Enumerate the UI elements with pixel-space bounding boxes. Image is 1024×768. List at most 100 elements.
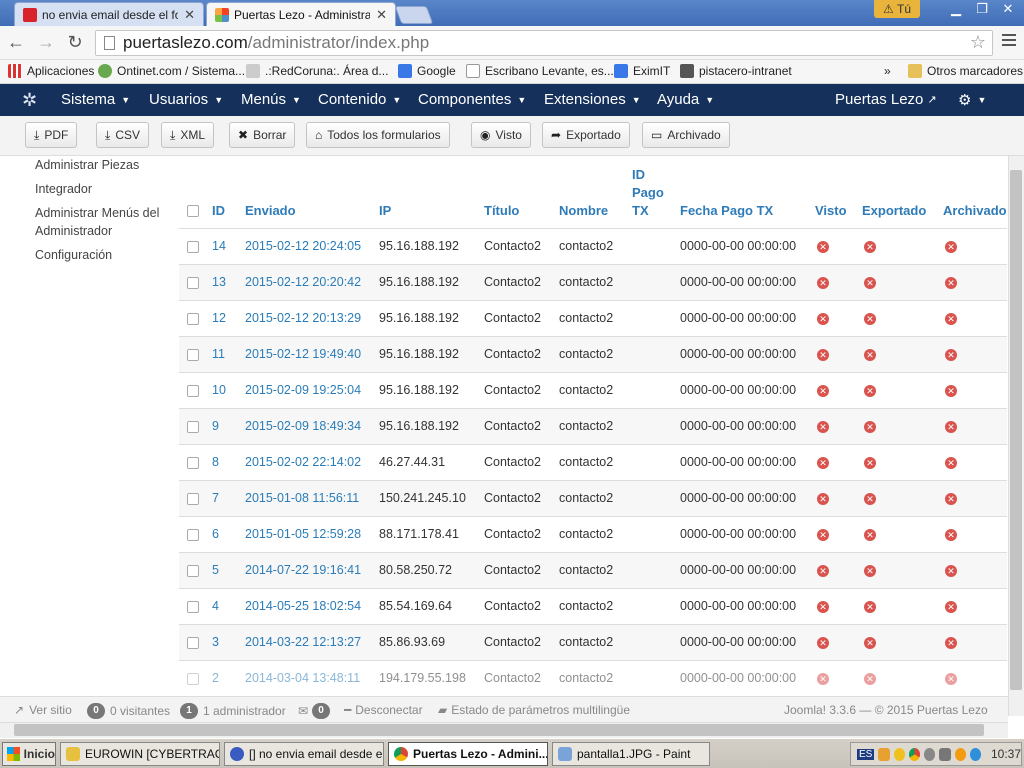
table-row[interactable]: 8 2015-02-02 22:14:02 46.27.44.31 Contacto2…	[179, 443, 1007, 480]
row-checkbox[interactable]	[187, 384, 199, 397]
select-all-checkbox[interactable]	[187, 205, 199, 218]
not-exported-icon[interactable]: ✕	[864, 312, 876, 325]
not-archived-icon[interactable]: ✕	[945, 456, 957, 469]
cell-id-text[interactable]: 4	[212, 599, 219, 613]
cell-id-text[interactable]: 5	[212, 563, 219, 577]
cell-id-text[interactable]: 2	[212, 671, 219, 685]
sidebar-item-menus-administrador[interactable]: Administrar Menús del Administrador	[35, 204, 165, 240]
table-row[interactable]: 2 2014-03-04 13:48:11 194.179.55.198 Contac…	[179, 659, 1007, 690]
not-archived-icon[interactable]: ✕	[945, 528, 957, 541]
cell-id[interactable]: 5	[212, 551, 245, 588]
chrome-icon[interactable]	[908, 747, 921, 761]
row-checkbox[interactable]	[187, 564, 199, 577]
volume-icon[interactable]	[939, 747, 951, 761]
taskbar-chrome-admin[interactable]: Puertas Lezo - Admini...	[388, 742, 548, 766]
cell-id-text[interactable]: 3	[212, 635, 219, 649]
not-archived-icon[interactable]: ✕	[945, 420, 957, 433]
not-seen-icon[interactable]: ✕	[817, 240, 829, 253]
cell-enviado-text[interactable]: 2015-02-12 20:20:42	[245, 275, 361, 289]
bookmark-star-icon[interactable]: ☆	[970, 32, 986, 53]
table-row[interactable]: 9 2015-02-09 18:49:34 95.16.188.192 Contact…	[179, 407, 1007, 444]
cell-enviado[interactable]: 2015-01-08 11:56:11	[245, 479, 379, 516]
mark-archived-button[interactable]: ▭ Archivado	[642, 122, 730, 148]
cell-id[interactable]: 4	[212, 587, 245, 624]
settings-menu[interactable]: ⚙ ▼	[958, 91, 986, 109]
cell-enviado-text[interactable]: 2014-03-04 13:48:11	[245, 671, 360, 685]
cell-id[interactable]: 3	[212, 623, 245, 660]
cell-enviado-text[interactable]: 2015-01-08 11:56:11	[245, 491, 359, 505]
row-checkbox[interactable]	[187, 456, 199, 469]
table-row[interactable]: 12 2015-02-12 20:13:29 95.16.188.192 Contac…	[179, 299, 1007, 336]
cell-id[interactable]: 12	[212, 299, 245, 336]
pdf-button[interactable]: ⤓ PDF	[25, 122, 78, 148]
taskbar-email[interactable]: [] no envia email desde e...	[224, 742, 384, 766]
row-checkbox[interactable]	[187, 636, 199, 649]
not-seen-icon[interactable]: ✕	[817, 564, 829, 577]
menu-ayuda[interactable]: Ayuda ▼	[657, 91, 714, 108]
bookmark-ontinet[interactable]: Ontinet.com / Sistema...	[98, 64, 245, 78]
logout-link[interactable]: ━ Desconectar	[344, 703, 423, 717]
menu-menus[interactable]: Menús ▼	[241, 91, 301, 108]
language-indicator[interactable]: ES	[857, 748, 875, 760]
cell-id[interactable]: 13	[212, 263, 245, 300]
not-archived-icon[interactable]: ✕	[945, 636, 957, 649]
cell-id[interactable]: 2	[212, 659, 245, 690]
not-seen-icon[interactable]: ✕	[817, 456, 829, 469]
not-archived-icon[interactable]: ✕	[945, 384, 957, 397]
table-row[interactable]: 14 2015-02-12 20:24:05 95.16.188.192 Contac…	[179, 227, 1007, 264]
row-checkbox[interactable]	[187, 240, 199, 253]
col-titulo[interactable]: Título	[484, 156, 559, 228]
not-exported-icon[interactable]: ✕	[864, 672, 876, 685]
col-id-pago[interactable]: ID Pago TX	[632, 156, 680, 228]
menu-sistema[interactable]: Sistema ▼	[61, 91, 130, 108]
cell-enviado[interactable]: 2014-03-22 12:13:27	[245, 623, 379, 660]
not-archived-icon[interactable]: ✕	[945, 564, 957, 577]
close-tab-icon[interactable]: ✕	[376, 7, 387, 23]
multilang-status[interactable]: ▰ Estado de parámetros multilingüe	[438, 703, 630, 717]
table-row[interactable]: 11 2015-02-12 19:49:40 95.16.188.192 Contac…	[179, 335, 1007, 372]
mark-exported-button[interactable]: ➦ Exportado	[542, 122, 630, 148]
table-row[interactable]: 10 2015-02-09 19:25:04 95.16.188.192 Contac…	[179, 371, 1007, 408]
cell-id[interactable]: 7	[212, 479, 245, 516]
cell-enviado-text[interactable]: 2015-02-12 20:24:05	[245, 239, 361, 253]
cell-id[interactable]: 10	[212, 371, 245, 408]
not-exported-icon[interactable]: ✕	[864, 600, 876, 613]
not-archived-icon[interactable]: ✕	[945, 276, 957, 289]
cell-id-text[interactable]: 11	[212, 347, 225, 361]
shield-icon[interactable]	[893, 747, 905, 761]
not-exported-icon[interactable]: ✕	[864, 636, 876, 649]
chrome-menu-icon[interactable]	[1002, 34, 1016, 49]
cell-enviado-text[interactable]: 2014-05-25 18:02:54	[245, 599, 361, 613]
menu-componentes[interactable]: Componentes ▼	[418, 91, 526, 108]
tray-app-icon[interactable]	[969, 747, 981, 761]
table-row[interactable]: 7 2015-01-08 11:56:11 150.241.245.10 Contac…	[179, 479, 1007, 516]
row-checkbox[interactable]	[187, 420, 199, 433]
back-icon[interactable]: ←	[6, 32, 26, 53]
start-button[interactable]: Inicio	[2, 742, 56, 766]
cell-enviado-text[interactable]: 2015-02-09 19:25:04	[245, 383, 361, 397]
cell-id[interactable]: 8	[212, 443, 245, 480]
cell-id[interactable]: 14	[212, 227, 245, 264]
not-archived-icon[interactable]: ✕	[945, 240, 957, 253]
row-checkbox[interactable]	[187, 672, 199, 685]
cell-enviado-text[interactable]: 2015-01-05 12:59:28	[245, 527, 361, 541]
cell-enviado[interactable]: 2015-02-12 20:24:05	[245, 227, 379, 264]
cell-enviado[interactable]: 2015-02-12 20:20:42	[245, 263, 379, 300]
cell-enviado-text[interactable]: 2014-07-22 19:16:41	[245, 563, 361, 577]
restore-window-icon[interactable]: ❐	[970, 0, 994, 18]
bookmark-google[interactable]: Google	[398, 64, 456, 78]
close-tab-icon[interactable]: ✕	[184, 7, 195, 23]
col-id[interactable]: ID	[212, 156, 245, 228]
horizontal-scrollbar-thumb[interactable]	[14, 724, 984, 736]
table-row[interactable]: 4 2014-05-25 18:02:54 85.54.169.64 Contacto…	[179, 587, 1007, 624]
tray-app-icon[interactable]	[954, 747, 966, 761]
cell-enviado-text[interactable]: 2015-02-12 19:49:40	[245, 347, 361, 361]
col-enviado[interactable]: Enviado	[245, 156, 379, 228]
not-archived-icon[interactable]: ✕	[945, 312, 957, 325]
all-forms-button[interactable]: ⌂ Todos los formularios	[306, 122, 450, 148]
cell-id-text[interactable]: 9	[212, 419, 219, 433]
not-archived-icon[interactable]: ✕	[945, 348, 957, 361]
cell-id[interactable]: 11	[212, 335, 245, 372]
site-link[interactable]: Puertas Lezo ↗	[835, 91, 937, 108]
cell-enviado[interactable]: 2014-05-25 18:02:54	[245, 587, 379, 624]
